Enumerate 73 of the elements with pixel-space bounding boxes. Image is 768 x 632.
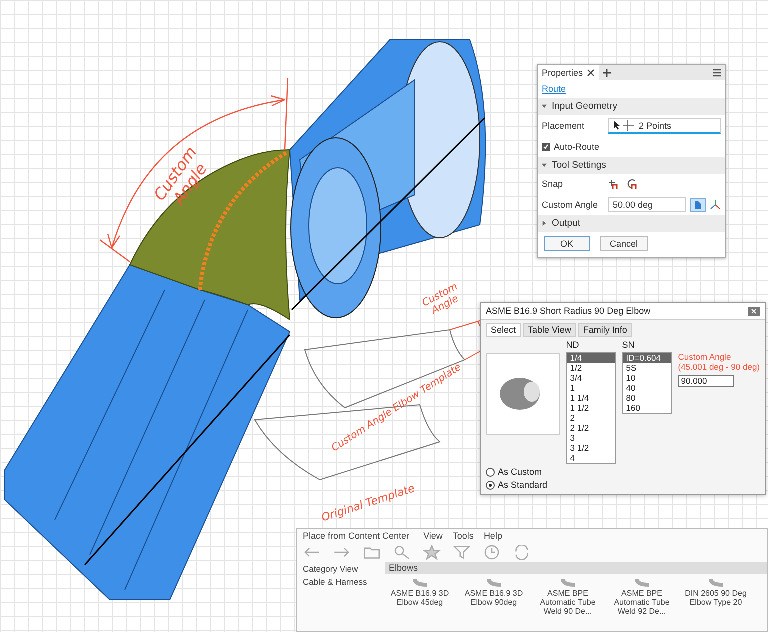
radio-button[interactable] xyxy=(486,468,495,476)
angle-input[interactable]: 50.00 deg xyxy=(608,197,686,212)
field-label: Snap xyxy=(542,179,564,189)
custom-angle-label: Custom Angle (45.001 deg - 90 deg) xyxy=(678,353,760,373)
menu-item[interactable]: View xyxy=(424,531,443,541)
list-item[interactable]: 80 xyxy=(623,393,672,403)
elbow-icon xyxy=(485,577,503,589)
list-item[interactable]: ID=0.604 xyxy=(623,353,672,363)
properties-tab[interactable]: Properties xyxy=(538,65,600,80)
menu-item[interactable]: Help xyxy=(484,531,502,541)
list-item[interactable]: 1 xyxy=(567,383,616,393)
ok-button[interactable]: OK xyxy=(544,236,590,251)
route-link[interactable]: Route xyxy=(538,80,570,98)
elbow-icon xyxy=(707,577,725,589)
list-item[interactable]: 160 xyxy=(623,403,672,413)
radio-button[interactable] xyxy=(486,480,495,490)
elbow-icon xyxy=(411,577,429,589)
part-label[interactable]: ASME BPE Automatic Tube Weld 92 De... xyxy=(607,590,677,616)
section-header[interactable]: Output xyxy=(538,215,725,232)
list-item[interactable]: 3/4 xyxy=(567,373,616,383)
menu-item[interactable]: Tools xyxy=(452,531,474,541)
angle-icon xyxy=(693,200,703,210)
list-item[interactable]: 2 xyxy=(567,413,616,423)
part-label[interactable]: DIN 2605 90 Deg Elbow Type 20 xyxy=(681,590,751,608)
field-label: Placement xyxy=(542,121,586,131)
list-item[interactable]: 1 1/2 xyxy=(567,403,616,413)
checkbox-label: Auto-Route xyxy=(554,142,600,152)
section-header[interactable]: Tool Settings xyxy=(538,157,725,174)
list-item[interactable]: 40 xyxy=(623,383,672,393)
column-header: ND xyxy=(566,340,580,350)
list-item[interactable]: 1/4 xyxy=(567,353,616,363)
field-label: Custom Angle xyxy=(542,200,600,210)
checkbox[interactable] xyxy=(542,143,550,151)
column-header: SN xyxy=(622,340,636,350)
list-item[interactable]: 1 1/4 xyxy=(567,393,616,403)
list-item[interactable]: 1/2 xyxy=(567,363,616,373)
elbow-icon xyxy=(559,577,577,589)
custom-angle-field[interactable]: 90.000 xyxy=(678,374,734,387)
radio-label: As Standard xyxy=(498,480,548,490)
list-item[interactable]: 3 1/2 xyxy=(567,443,616,453)
cancel-button[interactable]: Cancel xyxy=(600,236,648,251)
category-header: Elbows xyxy=(385,562,767,574)
collapse-arrow-icon xyxy=(542,104,547,109)
list-item[interactable]: 5S xyxy=(623,363,672,373)
dialog-tab[interactable]: Table View xyxy=(523,323,576,337)
expand-arrow-icon xyxy=(542,221,547,226)
placement-field[interactable]: 2 Points xyxy=(608,118,721,134)
list-item[interactable]: 3 xyxy=(567,433,616,443)
dialog-tab[interactable]: Select xyxy=(486,323,522,337)
list-item[interactable]: 10 xyxy=(623,373,672,383)
axes-icon[interactable] xyxy=(710,199,721,210)
dialog-title: ASME B16.9 Short Radius 90 Deg Elbow xyxy=(486,306,651,316)
section-header[interactable]: Input Geometry xyxy=(538,98,725,115)
list-item[interactable]: 4 xyxy=(567,453,616,463)
list-item[interactable]: 2 1/2 xyxy=(567,423,616,433)
part-label[interactable]: ASME B16.9 3D Elbow 45deg xyxy=(385,590,455,608)
close-icon[interactable] xyxy=(587,68,596,76)
tree-item[interactable]: Category View xyxy=(303,564,373,574)
menu-icon[interactable] xyxy=(713,68,721,76)
part-label[interactable]: ASME B16.9 3D Elbow 90deg xyxy=(459,590,529,608)
snap-arc-icon[interactable] xyxy=(627,178,638,190)
elbow-icon xyxy=(633,577,651,589)
angle-mode-button[interactable] xyxy=(690,198,706,212)
tree-item[interactable]: Cable & Harness xyxy=(303,577,373,587)
window-title: Place from Content Center xyxy=(303,531,410,541)
collapse-arrow-icon xyxy=(542,163,547,168)
add-tab-icon[interactable] xyxy=(603,68,612,76)
snap-point-icon[interactable] xyxy=(608,178,619,190)
dialog-tab[interactable]: Family Info xyxy=(578,323,632,337)
part-label[interactable]: ASME BPE Automatic Tube Weld 90 De... xyxy=(533,590,603,616)
pointer-crosshair-icon xyxy=(613,120,635,131)
star-icon[interactable] xyxy=(423,545,441,560)
radio-label: As Custom xyxy=(498,467,542,477)
